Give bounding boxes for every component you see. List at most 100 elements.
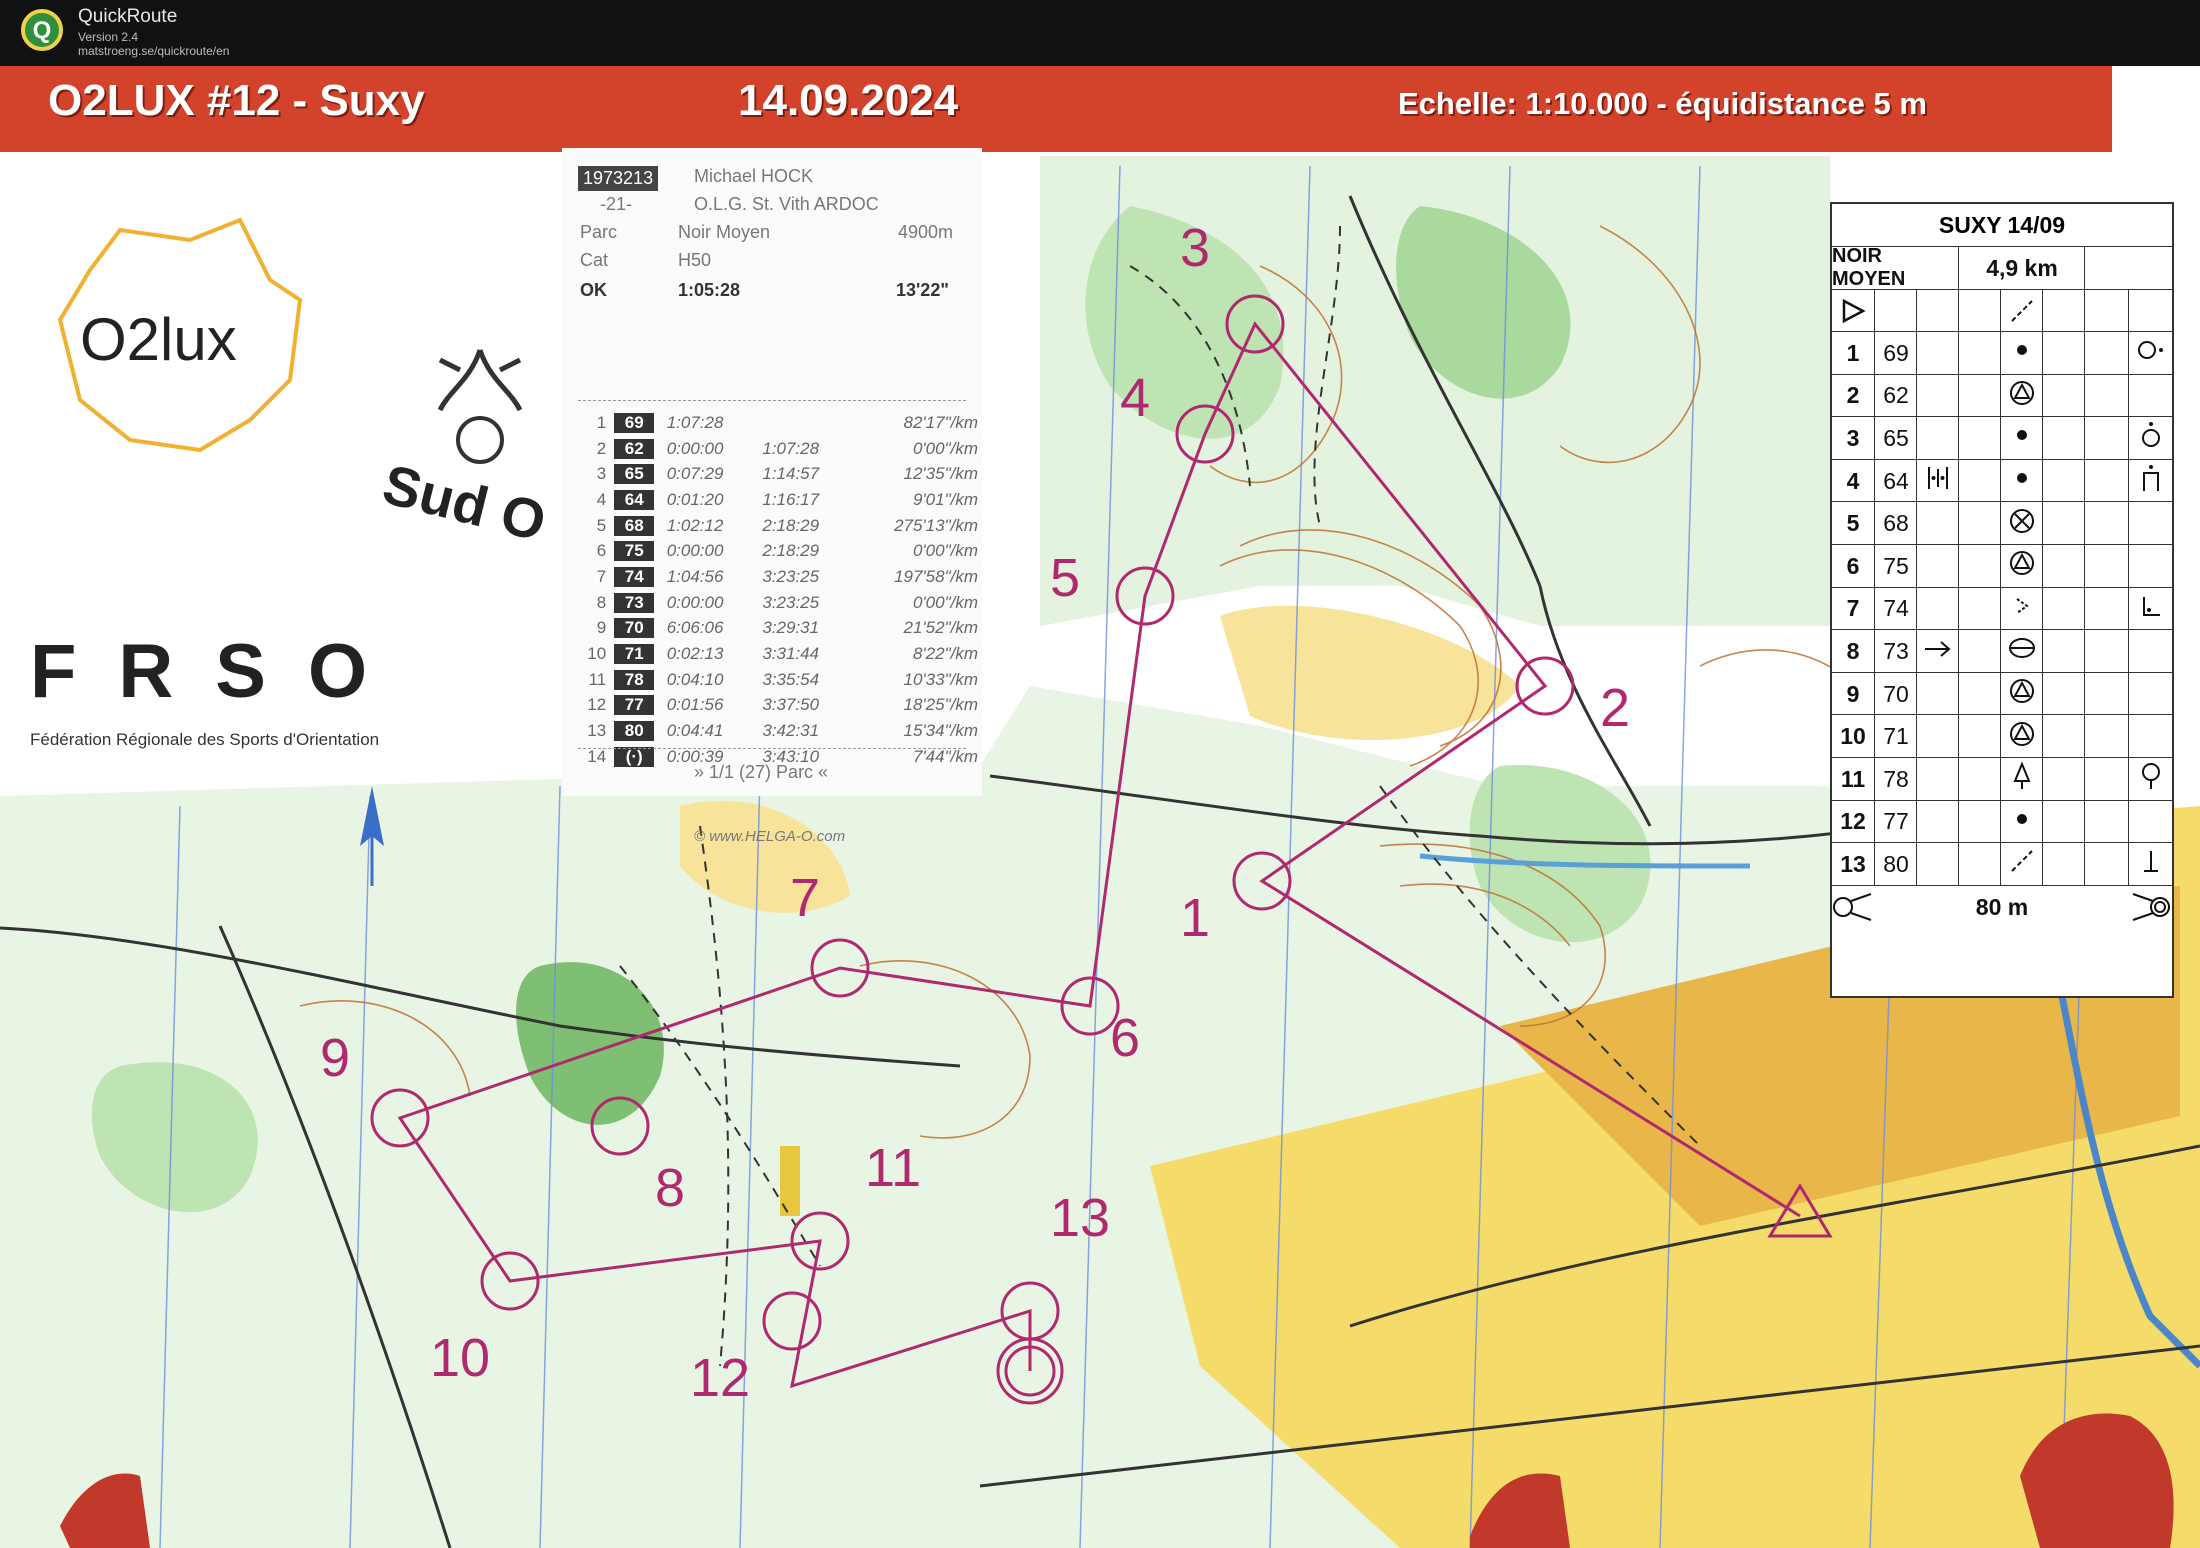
control-number: 10 — [1840, 723, 1866, 750]
control-number-label: 6 — [1110, 1008, 1140, 1068]
description-row: 12 77 — [1832, 799, 2172, 844]
boulder-icon — [2008, 677, 2036, 711]
description-event: SUXY 14/09 — [1938, 211, 2066, 238]
split-cumulative-time: 2:18:29 — [762, 515, 820, 535]
map-header-banner: O2LUX #12 - Suxy 14.09.2024 Echelle: 1:1… — [0, 66, 2112, 152]
course-label: Parc — [580, 222, 618, 242]
frso-fullname: Fédération Régionale des Sports d'Orient… — [30, 730, 380, 749]
control-number: 6 — [1846, 552, 1860, 579]
split-pace: 275'13"/km — [894, 515, 978, 535]
split-row: 11 78 0:04:10 3:35:54 10'33"/km — [578, 667, 982, 693]
split-leg-time: 1:02:12 — [666, 515, 724, 535]
event-date: 14.09.2024 — [738, 76, 959, 125]
boulder-icon — [2008, 549, 2036, 583]
description-row: 5 68 — [1832, 501, 2172, 545]
split-number: 7 — [596, 566, 607, 586]
finish-funnel-icon — [1832, 886, 1874, 929]
reentrant-icon — [2009, 593, 2035, 625]
split-control-code: 71 — [614, 644, 655, 665]
description-row: 7 74 — [1832, 586, 2172, 631]
finish-distance: 80 m — [1975, 893, 2029, 920]
split-control-code: 69 — [614, 412, 655, 433]
control-code: 78 — [1883, 765, 1909, 792]
split-row: 9 70 6:06:06 3:29:31 21'52"/km — [578, 616, 982, 642]
app-titlebar: Q QuickRoute Version 2.4 matstroeng.se/q… — [0, 0, 2200, 67]
finish-icon — [2130, 886, 2172, 929]
split-control-code: 62 — [614, 438, 655, 459]
split-number: 9 — [596, 618, 607, 638]
split-pace: 0'00"/km — [912, 592, 978, 612]
split-row: 5 68 1:02:12 2:18:29 275'13"/km — [578, 513, 982, 539]
path-icon — [2009, 848, 2035, 880]
split-control-code: 65 — [614, 464, 655, 485]
control-number: 11 — [1840, 765, 1866, 792]
split-pace: 0'00"/km — [912, 438, 978, 458]
runner-club: O.L.G. St. Vith ARDOC — [694, 194, 879, 214]
split-control-code: 75 — [614, 541, 655, 562]
knoll-top-icon — [2138, 420, 2164, 456]
control-code: 62 — [1883, 382, 1909, 409]
split-cumulative-time: 3:37:50 — [762, 695, 820, 715]
split-row: 6 75 0:00:00 2:18:29 0'00"/km — [578, 538, 982, 564]
path-icon — [2000, 289, 2043, 332]
control-number-label: 8 — [655, 1158, 685, 1218]
sponsor-logos: O2lux Sud O FRSO Fédération Régionale de… — [0, 152, 570, 802]
control-code: 75 — [1883, 552, 1909, 579]
split-pace: 18'25"/km — [903, 695, 978, 715]
split-control-code: 68 — [614, 515, 655, 536]
control-code: 74 — [1883, 595, 1909, 622]
description-row: 1 69 — [1832, 331, 2172, 375]
description-row: 2 62 — [1832, 373, 2172, 418]
description-row: 9 70 — [1832, 671, 2172, 716]
result-status: OK — [580, 280, 607, 300]
control-number: 2 — [1846, 382, 1860, 409]
description-row: 4 64 — [1832, 458, 2172, 503]
split-cumulative-time: 3:35:54 — [762, 669, 820, 689]
split-control-code: 77 — [614, 695, 655, 716]
app-name: QuickRoute — [78, 6, 178, 27]
split-cumulative-time: 1:14:57 — [762, 464, 820, 484]
boulder-icon — [2008, 379, 2036, 413]
control-number-label: 3 — [1180, 218, 1210, 278]
control-number: 4 — [1846, 467, 1860, 494]
control-code: 68 — [1883, 510, 1909, 537]
description-row: 13 80 — [1832, 842, 2172, 886]
dot-icon — [2009, 422, 2035, 454]
split-pace: 197'58"/km — [894, 566, 978, 586]
split-number: 3 — [596, 464, 607, 484]
split-leg-time: 0:04:10 — [666, 669, 724, 689]
split-row: 12 77 0:01:56 3:37:50 18'25"/km — [578, 693, 982, 719]
split-cumulative-time: 3:23:25 — [762, 592, 820, 612]
category-label: Cat — [580, 250, 609, 270]
description-row: 8 73 — [1832, 629, 2172, 673]
course-length: 4900m — [898, 222, 954, 242]
foot-icon — [2138, 761, 2164, 797]
orienteering-map[interactable]: 1 2 3 4 5 6 7 8 9 10 11 12 13 O2LUX #12 - Suxy 14.09… — [0, 66, 2200, 1548]
split-number: 4 — [596, 489, 607, 509]
course-name: Noir Moyen — [678, 222, 771, 242]
split-control-code: (·) — [614, 746, 655, 767]
description-row: 11 78 — [1832, 757, 2172, 801]
split-control-code: 73 — [614, 592, 655, 613]
runner-category: H50 — [678, 250, 712, 270]
control-description-sheet: SUXY 14/09 NOIR MOYEN 4,9 km 1 69 2 62 3 65 4 6… — [1830, 202, 2174, 998]
split-control-code: 78 — [614, 669, 655, 690]
split-number: 5 — [596, 515, 607, 535]
control-code: 65 — [1883, 424, 1909, 451]
control-number-label: 13 — [1050, 1188, 1110, 1248]
split-row: 13 80 0:04:41 3:42:31 15'34"/km — [578, 718, 982, 744]
corner-icon — [2138, 593, 2164, 625]
split-leg-time: 6:06:06 — [666, 618, 724, 638]
thicket-icon — [1924, 464, 1952, 498]
control-number-label: 9 — [320, 1028, 350, 1088]
split-control-code: 64 — [614, 489, 655, 510]
control-number-label: 1 — [1180, 888, 1210, 948]
app-url: matstroeng.se/quickroute/en — [78, 44, 230, 58]
control-number-label: 4 — [1120, 368, 1150, 428]
control-code: 69 — [1883, 339, 1909, 366]
control-number: 5 — [1846, 510, 1860, 537]
description-row: 10 71 — [1832, 714, 2172, 758]
average-pace: 13'22" — [896, 280, 949, 300]
split-number: 2 — [596, 438, 607, 458]
split-pace: 12'35"/km — [903, 464, 978, 484]
